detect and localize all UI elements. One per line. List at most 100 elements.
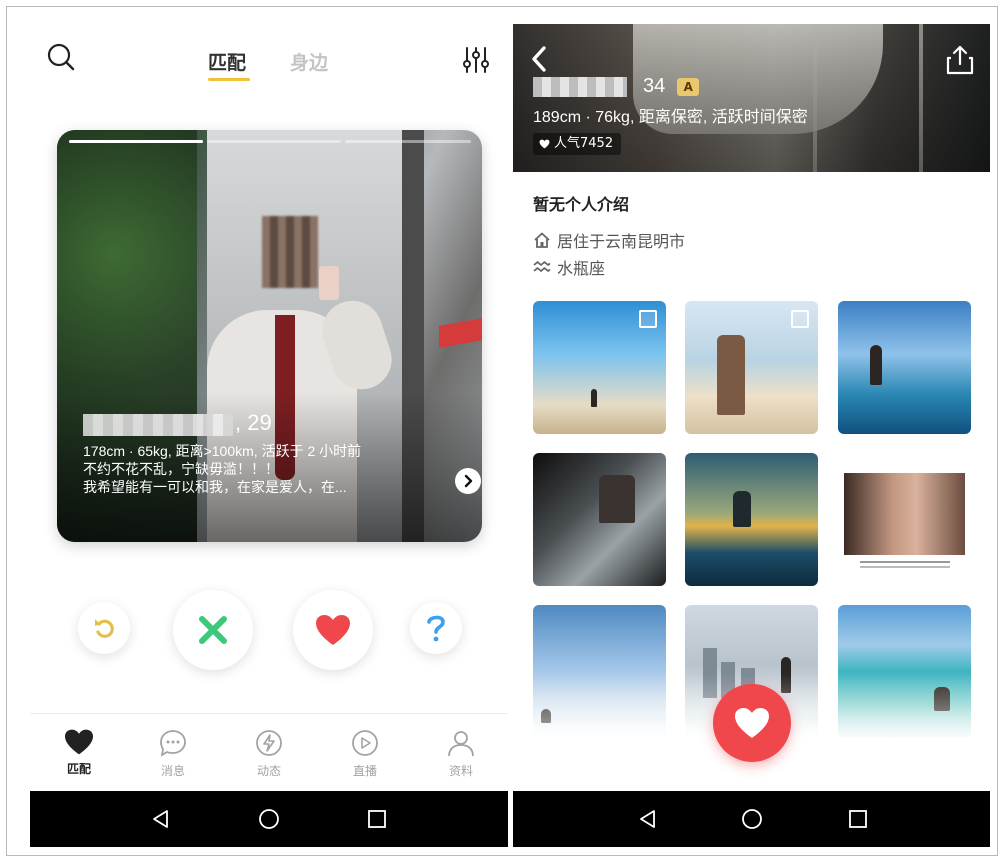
location-row: 居住于云南昆明市 [533, 228, 685, 252]
photo-progress-2 [207, 140, 341, 143]
share-icon [946, 45, 974, 75]
nav-match[interactable]: 匹配 [44, 720, 114, 786]
home-circle-icon[interactable] [258, 808, 280, 830]
photo-figure [781, 657, 791, 693]
match-screen: 匹配 身边 , 29 178cm · 65kg, 距离>100km, 活跃于 2… [30, 24, 508, 848]
pass-button[interactable] [173, 590, 253, 670]
select-checkbox[interactable] [639, 310, 657, 328]
back-triangle-icon[interactable] [150, 808, 172, 830]
card-details: 178cm · 65kg, 距离>100km, 活跃于 2 小时前 不约不花不乱… [83, 442, 413, 496]
search-icon [47, 43, 75, 71]
nav-moments-label: 动态 [256, 764, 281, 778]
nav-live[interactable]: 直播 [330, 720, 400, 786]
card-age: , 29 [235, 410, 272, 435]
active-tab-indicator [208, 78, 250, 81]
android-nav-bar [30, 791, 508, 847]
photo-thumb-6[interactable] [838, 453, 971, 586]
card-stats: 178cm · 65kg, 距离>100km, 活跃于 2 小时前 [83, 443, 362, 459]
like-button[interactable] [293, 590, 373, 670]
nav-profile-label: 资料 [448, 764, 473, 778]
lightning-icon [256, 730, 282, 756]
aquarius-icon [533, 261, 551, 272]
photo-progress-1 [69, 140, 203, 143]
filter-button[interactable] [460, 44, 492, 76]
intro-text: 暂无个人介绍 [533, 195, 630, 214]
photo-building [703, 648, 717, 698]
photo-thumb-5[interactable] [685, 453, 818, 586]
photo-figure [934, 687, 950, 711]
home-circle-icon[interactable] [741, 808, 763, 830]
photo-caption-lines [860, 561, 950, 563]
photo-figure [591, 389, 597, 407]
level-badge: A [677, 77, 700, 96]
undo-icon [95, 619, 114, 638]
profile-age: 34 [643, 75, 666, 97]
filter-sliders-icon [463, 47, 489, 73]
nav-moments[interactable]: 动态 [234, 720, 304, 786]
chat-bubble-icon [160, 730, 186, 757]
photo-figure [717, 335, 745, 415]
bottom-tab-bar: 匹配 消息 动态 直播 资料 [30, 713, 508, 789]
photo-thumb-3[interactable] [838, 301, 971, 434]
nav-profile[interactable]: 资料 [426, 720, 496, 786]
play-icon [352, 730, 378, 756]
nav-messages-label: 消息 [160, 764, 185, 778]
back-button[interactable] [527, 44, 553, 74]
share-button[interactable] [945, 44, 975, 76]
select-checkbox[interactable] [791, 310, 809, 328]
heart-icon [316, 615, 350, 645]
zodiac-text: 水瓶座 [557, 259, 606, 278]
user-icon [448, 731, 474, 757]
like-button[interactable] [713, 684, 791, 762]
home-icon [534, 232, 550, 248]
recents-square-icon[interactable] [366, 808, 388, 830]
card-bio-line-2: 我希望能有一可以和我，在家是爱人，在... [83, 479, 347, 495]
android-nav-bar [513, 791, 990, 847]
profile-card[interactable]: , 29 178cm · 65kg, 距离>100km, 活跃于 2 小时前 不… [57, 130, 482, 542]
profile-header-photo: 34 A 189cm · 76kg, 距离保密, 活跃时间保密 人气7452 [513, 24, 990, 172]
photo-thumb-2[interactable] [685, 301, 818, 434]
card-detail-button[interactable] [455, 468, 481, 494]
popularity-text: 人气7452 [554, 136, 614, 151]
photo-progress-3 [345, 140, 471, 143]
profile-stats: 189cm · 76kg, 距离保密, 活跃时间保密 [533, 109, 808, 126]
card-photo-phone [319, 266, 339, 300]
photo-thumb-7[interactable] [533, 605, 666, 738]
help-button[interactable] [410, 602, 462, 654]
tab-nearby[interactable]: 身边 [290, 48, 328, 75]
profile-name-row: 34 A [533, 75, 700, 98]
chevron-right-icon [464, 474, 473, 488]
pixelated-name [83, 414, 233, 436]
undo-button[interactable] [78, 602, 130, 654]
tab-match[interactable]: 匹配 [208, 48, 246, 75]
zodiac-row: 水瓶座 [533, 255, 605, 279]
location-text: 居住于云南昆明市 [557, 232, 686, 251]
top-bar: 匹配 身边 [30, 24, 508, 94]
card-bio-line-1: 不约不花不乱，宁缺毋滥！！！ [83, 461, 279, 477]
photo-figure [541, 709, 551, 723]
heart-icon [735, 708, 769, 738]
question-mark-icon [427, 615, 445, 642]
photo-thumb-4[interactable] [533, 453, 666, 586]
back-icon [532, 46, 546, 72]
card-name-row: , 29 [83, 410, 272, 436]
nav-messages[interactable]: 消息 [138, 720, 208, 786]
photo-thumb-9[interactable] [838, 605, 971, 738]
heart-icon [539, 139, 550, 149]
heart-icon [65, 729, 93, 755]
back-triangle-icon[interactable] [637, 808, 659, 830]
search-button[interactable] [44, 40, 78, 74]
recents-square-icon[interactable] [847, 808, 869, 830]
nav-live-label: 直播 [352, 764, 377, 778]
photo-thumb-1[interactable] [533, 301, 666, 434]
pixelated-name [533, 76, 627, 97]
pixelated-face [262, 216, 318, 288]
photo-figure [870, 345, 882, 385]
photo-figure [599, 475, 635, 523]
nav-match-label: 匹配 [66, 762, 91, 776]
popularity-badge: 人气7452 [533, 133, 622, 155]
card-photo-red-object [439, 318, 482, 348]
profile-screen: 34 A 189cm · 76kg, 距离保密, 活跃时间保密 人气7452 暂… [513, 24, 990, 848]
photo-figure [733, 491, 751, 527]
photo-image [844, 473, 965, 555]
